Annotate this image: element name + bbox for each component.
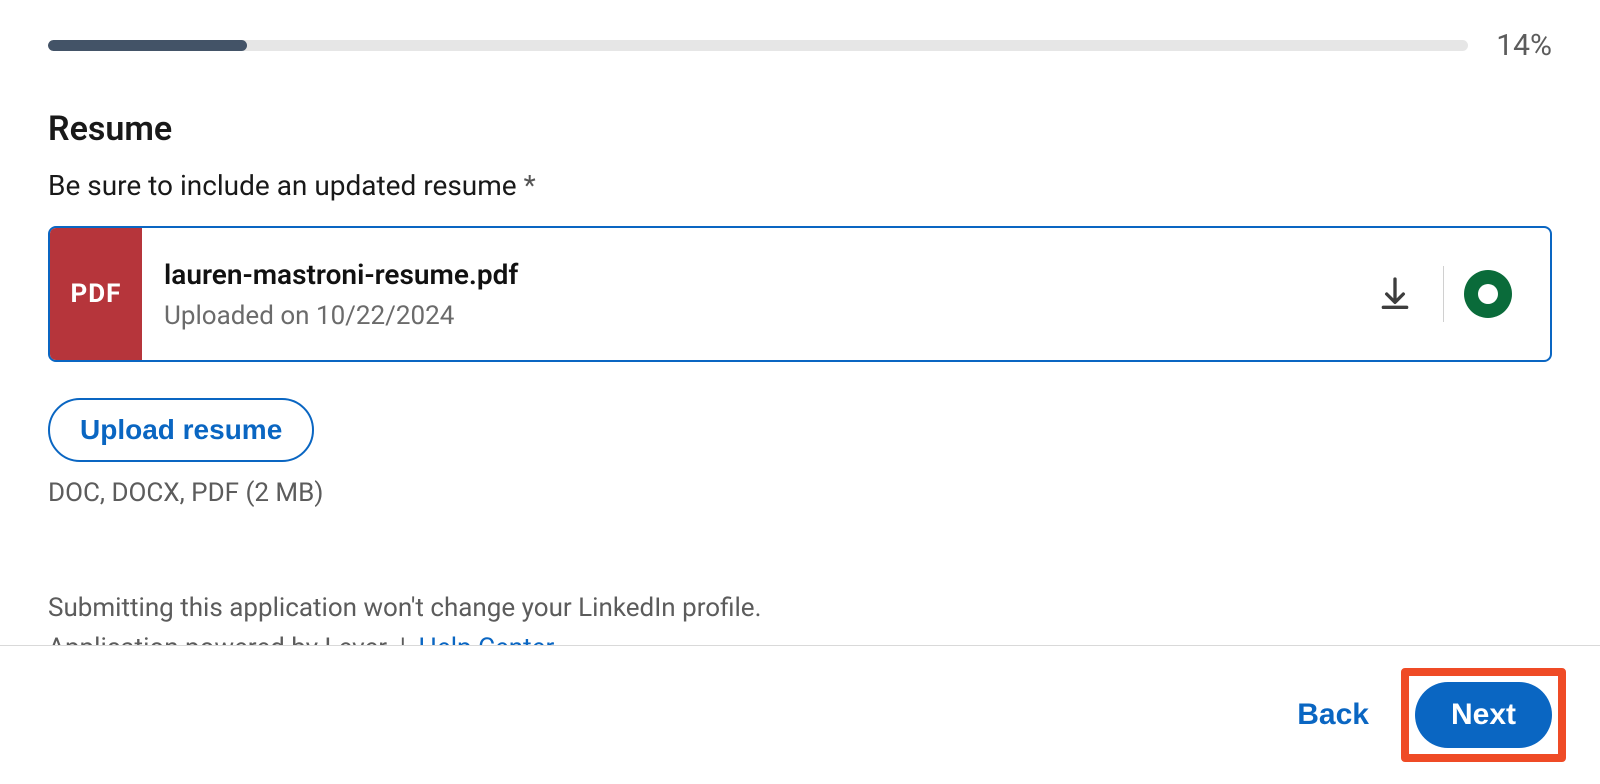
file-uploaded-date: Uploaded on 10/22/2024 xyxy=(164,301,1357,331)
next-button-highlight: Next xyxy=(1401,668,1566,762)
progress-percent-label: 14% xyxy=(1496,28,1552,63)
next-button[interactable]: Next xyxy=(1415,682,1552,748)
file-selected-radio[interactable] xyxy=(1454,270,1522,318)
required-asterisk: * xyxy=(524,169,536,202)
upload-hint: DOC, DOCX, PDF (2 MB) xyxy=(48,478,1552,508)
file-type-badge-text: PDF xyxy=(71,279,122,309)
radio-selected-icon xyxy=(1464,270,1512,318)
download-icon xyxy=(1375,274,1415,314)
section-subtitle-text: Be sure to include an updated resume xyxy=(48,169,517,202)
action-divider xyxy=(1443,266,1444,322)
progress-row: 14% xyxy=(48,28,1552,63)
progress-bar-track xyxy=(48,40,1468,51)
footer-line-1: Submitting this application won't change… xyxy=(48,588,1552,628)
upload-resume-button[interactable]: Upload resume xyxy=(48,398,314,462)
file-type-badge: PDF xyxy=(50,228,142,360)
file-meta: lauren-mastroni-resume.pdf Uploaded on 1… xyxy=(142,228,1357,360)
download-button[interactable] xyxy=(1357,264,1433,324)
uploaded-file-card[interactable]: PDF lauren-mastroni-resume.pdf Uploaded … xyxy=(48,226,1552,362)
file-name: lauren-mastroni-resume.pdf xyxy=(164,258,1357,291)
progress-bar-fill xyxy=(48,40,247,51)
back-button[interactable]: Back xyxy=(1287,684,1379,746)
file-actions xyxy=(1357,228,1550,360)
nav-footer: Back Next xyxy=(0,645,1600,784)
section-subtitle: Be sure to include an updated resume * xyxy=(48,169,1552,202)
section-title-resume: Resume xyxy=(48,109,1552,149)
